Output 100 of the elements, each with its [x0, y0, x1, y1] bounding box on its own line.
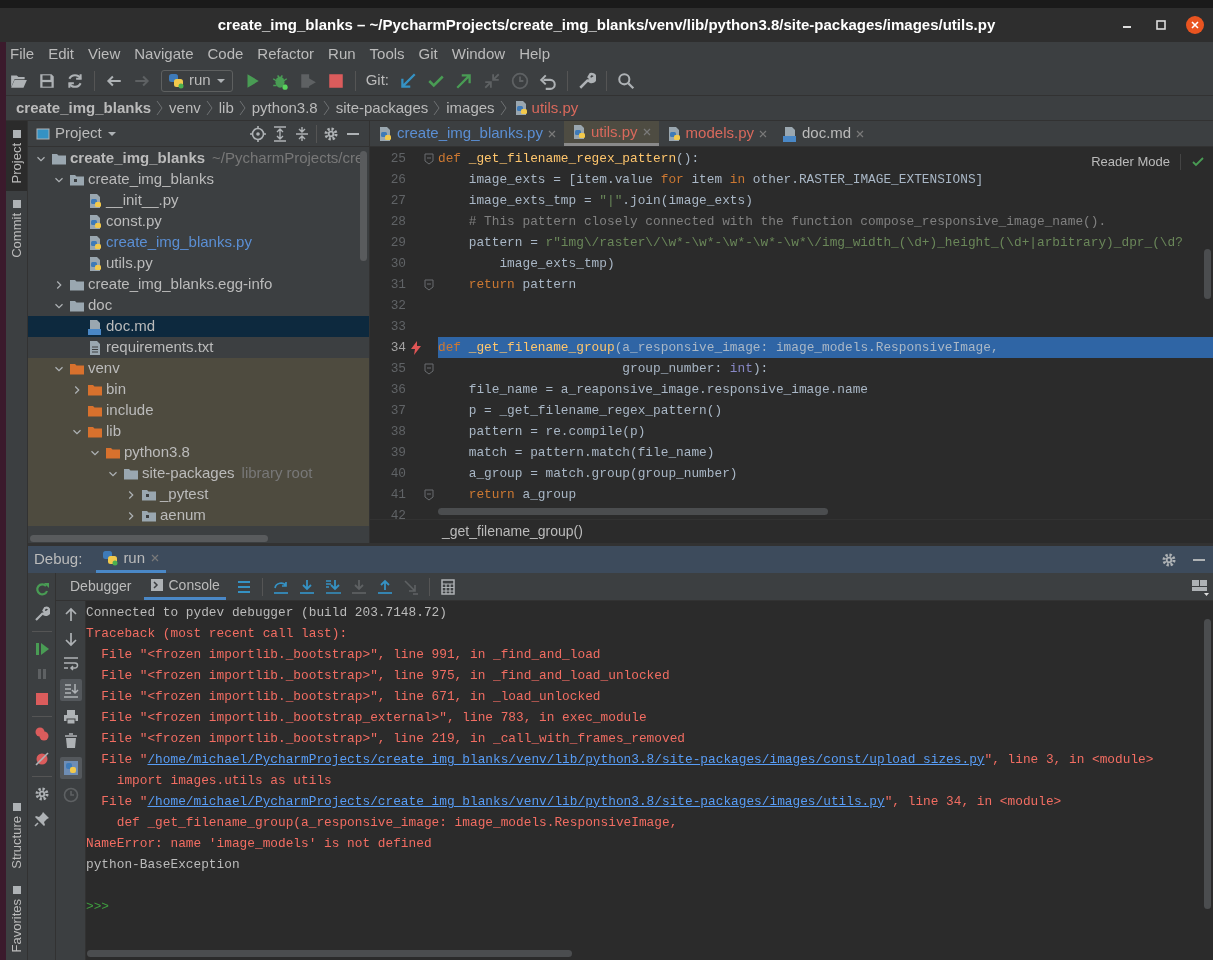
toggle-button[interactable]: [59, 757, 82, 779]
pin-icon[interactable]: [33, 811, 50, 827]
settings-icon[interactable]: [1161, 551, 1177, 568]
tree-item[interactable]: venv: [28, 358, 369, 379]
breakpoints-icon[interactable]: [33, 726, 50, 742]
menu-item[interactable]: Navigate: [134, 42, 194, 66]
breadcrumb-item[interactable]: python3.8: [251, 96, 318, 120]
scrollbar[interactable]: [438, 508, 828, 515]
calculator-icon[interactable]: [439, 578, 456, 595]
trash-icon[interactable]: [62, 733, 79, 749]
tree-item[interactable]: create_img_blanks ~/PycharmProjects/cre: [28, 148, 369, 169]
tree-item[interactable]: doc: [28, 295, 369, 316]
tool-window-tab[interactable]: Commit: [6, 191, 27, 267]
arrow-down-left-icon[interactable]: [399, 71, 418, 90]
tree-item[interactable]: create_img_blanks.egg-info: [28, 274, 369, 295]
breadcrumb-item[interactable]: venv: [169, 96, 201, 120]
project-view-dropdown[interactable]: Project: [36, 122, 117, 145]
tree-item[interactable]: create_img_blanks: [28, 169, 369, 190]
soft-wrap-icon[interactable]: [62, 655, 79, 671]
search-icon[interactable]: [617, 71, 636, 90]
menu-item[interactable]: Tools: [369, 42, 405, 66]
collapse-all-icon[interactable]: [294, 125, 310, 142]
fold-marker-icon[interactable]: [424, 278, 434, 291]
tree-item[interactable]: const.py: [28, 211, 369, 232]
tree-item[interactable]: __init__.py: [28, 190, 369, 211]
window-title: create_img_blanks – ~/PycharmProjects/create_img_blanks/venv/lib/python3.8/site-packages/images/utils.py: [217, 14, 996, 35]
scrollbar[interactable]: [360, 151, 367, 261]
tree-item[interactable]: lib: [28, 421, 369, 442]
tree-item[interactable]: doc.md: [28, 316, 369, 337]
reader-mode-link[interactable]: Reader Mode: [1091, 152, 1170, 172]
menu-item[interactable]: Code: [207, 42, 244, 66]
breadcrumb-item[interactable]: site-packages: [335, 96, 429, 120]
fold-marker-icon[interactable]: [424, 362, 434, 375]
expand-all-icon[interactable]: [272, 125, 288, 142]
close-icon[interactable]: [1185, 15, 1205, 35]
tree-item[interactable]: bin: [28, 379, 369, 400]
step-into-icon[interactable]: [298, 578, 315, 595]
menu-item[interactable]: File: [10, 42, 35, 66]
wrench-icon[interactable]: [33, 606, 50, 622]
line-number: 30: [389, 254, 406, 273]
line-number: 38: [389, 422, 406, 441]
file-link[interactable]: /home/michael/PycharmProjects/create_img_blanks/venv/lib/python3.8/site-packages/images/const/upload_sizes.py: [147, 751, 985, 767]
arrow-up-right-icon[interactable]: [455, 71, 474, 90]
tool-window-tab[interactable]: Favorites: [6, 876, 27, 960]
menu-item[interactable]: Edit: [48, 42, 75, 66]
tool-window-tab[interactable]: Structure: [6, 793, 27, 877]
toggle-button[interactable]: [59, 679, 82, 701]
menu-icon[interactable]: [235, 578, 252, 595]
scrollbar[interactable]: [1204, 249, 1211, 299]
crosshair-icon[interactable]: [250, 125, 266, 142]
breadcrumb-item[interactable]: create_img_blanks: [16, 96, 152, 120]
breadcrumb-item[interactable]: _get_filename_group(): [442, 521, 583, 542]
tree-item[interactable]: site-packages library root: [28, 463, 369, 484]
step-into-mine-icon[interactable]: [324, 578, 341, 595]
fold-marker-icon[interactable]: [424, 152, 434, 165]
editor-tab[interactable]: create_img_blanks.py: [370, 121, 564, 146]
code-line: p = _get_filename_regex_pattern(): [467, 401, 723, 420]
resume-icon[interactable]: [33, 641, 50, 657]
tree-item[interactable]: include: [28, 400, 369, 421]
scrollbar[interactable]: [87, 950, 572, 957]
breadcrumb-item[interactable]: lib: [218, 96, 234, 120]
print-icon[interactable]: [62, 709, 79, 725]
menu-item[interactable]: Run: [328, 42, 356, 66]
save-icon[interactable]: [38, 71, 56, 90]
error-line: File "/home/michael/PycharmProjects/create_img_blanks/venv/lib/python3.8/site-packages/images/utils.py", line 34, in <module>: [100, 792, 1062, 811]
menu-item[interactable]: Window: [451, 42, 506, 66]
settings-icon[interactable]: [33, 786, 50, 802]
mute-breakpoints-icon[interactable]: [33, 751, 50, 767]
editor-tab[interactable]: doc.md: [775, 121, 873, 146]
tree-item[interactable]: utils.py: [28, 253, 369, 274]
step-out-icon[interactable]: [376, 578, 393, 595]
breadcrumb-item[interactable]: images: [446, 96, 495, 120]
tree-item[interactable]: aenum: [28, 505, 369, 526]
layout-icon[interactable]: [1191, 577, 1209, 596]
settings-icon[interactable]: [323, 125, 339, 142]
tree-item[interactable]: python3.8: [28, 442, 369, 463]
stop-icon[interactable]: [33, 691, 50, 707]
tree-item[interactable]: create_img_blanks.py: [28, 232, 369, 253]
scrollbar[interactable]: [1204, 619, 1211, 909]
debug-tab[interactable]: Debugger: [64, 573, 138, 600]
menu-item[interactable]: Help: [519, 42, 550, 66]
scrollbar[interactable]: [30, 535, 268, 542]
tree-item[interactable]: requirements.txt: [28, 337, 369, 358]
fold-marker-icon[interactable]: [424, 488, 434, 501]
menu-item[interactable]: Refactor: [257, 42, 315, 66]
breadcrumb-item[interactable]: utils.py: [512, 96, 579, 120]
menu-item[interactable]: View: [88, 42, 121, 66]
stop-icon[interactable]: [326, 71, 345, 90]
console-prompt[interactable]: >>>: [86, 896, 110, 917]
code-line: image_exts_tmp): [498, 254, 615, 273]
wrench-icon[interactable]: [578, 71, 597, 90]
tree-item[interactable]: _pytest: [28, 484, 369, 505]
down-arrow-icon[interactable]: [62, 631, 79, 647]
file-link[interactable]: /home/michael/PycharmProjects/create_img_blanks/venv/lib/python3.8/site-packages/images/utils.py: [147, 793, 885, 809]
tool-window-tab[interactable]: Project: [6, 121, 27, 192]
sync-icon[interactable]: [66, 71, 84, 90]
run-configuration-dropdown[interactable]: run: [161, 69, 233, 92]
menu-item[interactable]: Git: [418, 42, 438, 66]
editor-tab[interactable]: models.py: [658, 121, 775, 146]
rerun-icon[interactable]: [33, 581, 50, 597]
